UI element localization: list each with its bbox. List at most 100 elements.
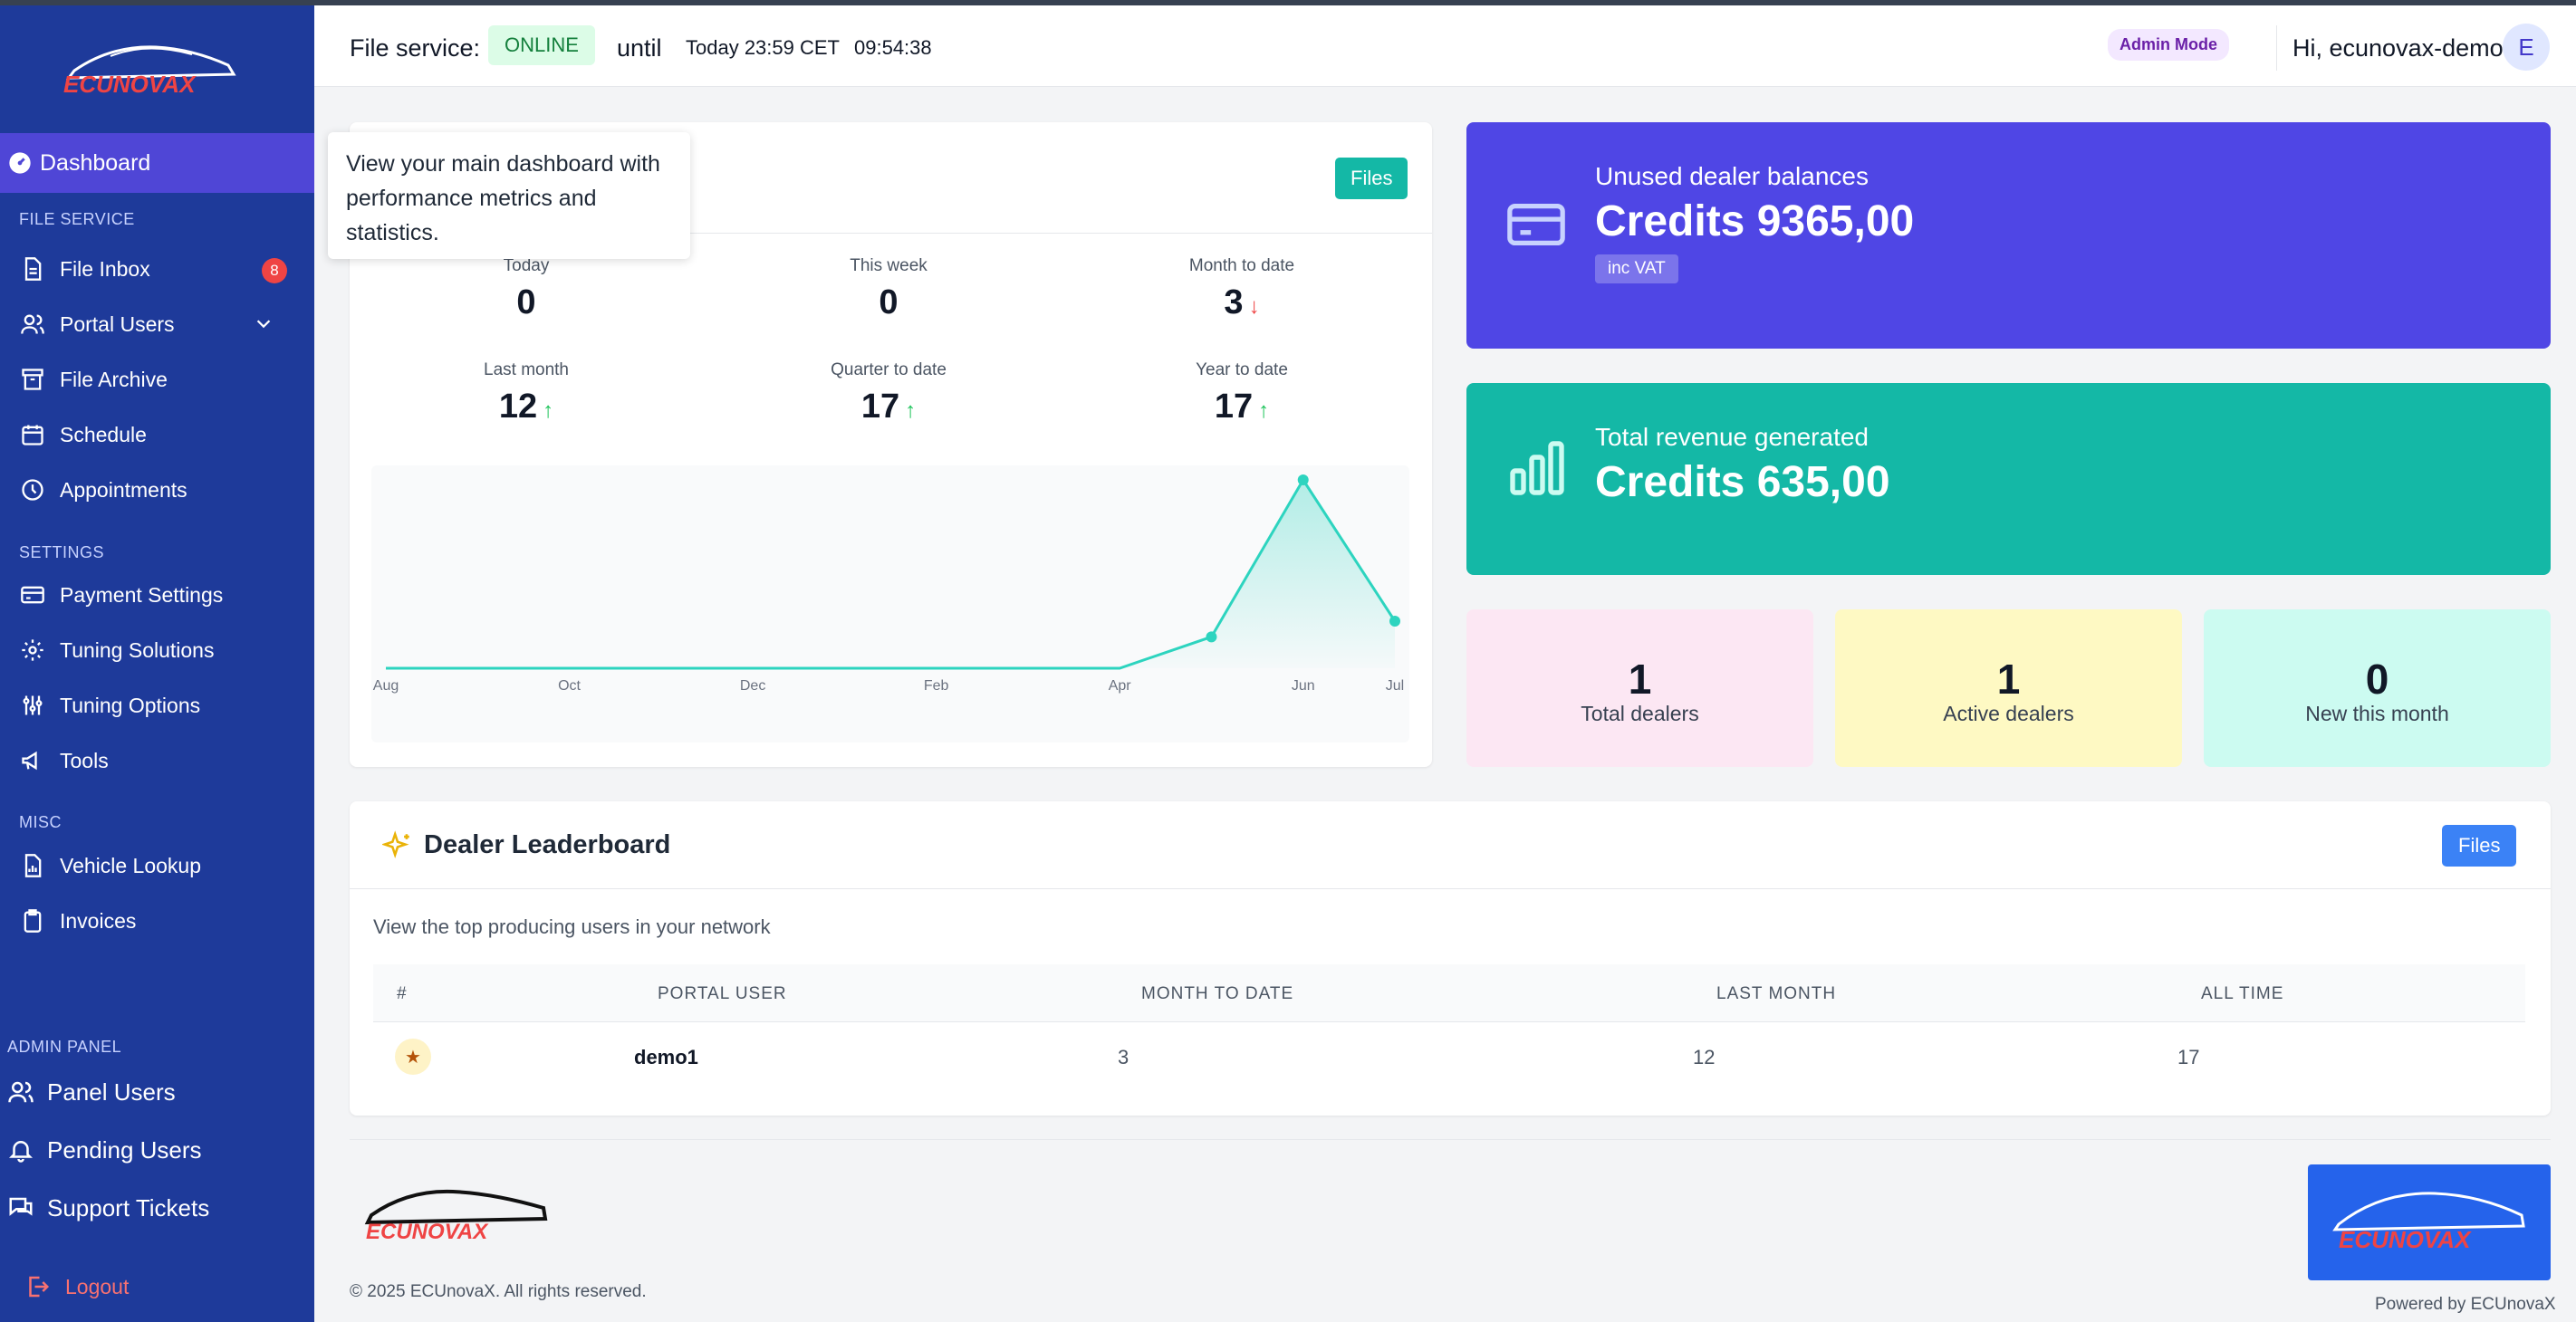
sidebar-item-support-tickets[interactable]: Support Tickets	[7, 1188, 209, 1228]
top-header: File service: ONLINE until Today 23:59 C…	[314, 5, 2576, 87]
section-settings: SETTINGS	[19, 543, 105, 561]
row-user[interactable]: demo1	[634, 1046, 698, 1069]
column-header[interactable]: LAST MONTH	[1716, 984, 1836, 1004]
sidebar-item-label: Portal Users	[60, 311, 175, 336]
avatar[interactable]: E	[2503, 24, 2550, 71]
sidebar: ECUNOVAX Dashboard FILE SERVICE File Inb…	[0, 5, 314, 1322]
stat-month-to-date: Month to date 3 ↓	[1065, 256, 1418, 322]
stat-value: 17	[860, 388, 900, 426]
logout-label: Logout	[65, 1274, 130, 1298]
sidebar-item-label: Vehicle Lookup	[60, 853, 202, 877]
stat-label: Today	[503, 256, 550, 275]
bar-chart-icon	[1510, 441, 1564, 495]
sidebar-item-file-archive[interactable]: File Archive	[20, 361, 301, 398]
clock-icon	[22, 479, 43, 501]
logout-icon	[29, 1276, 50, 1298]
document-chart-icon	[24, 854, 42, 877]
column-header[interactable]: ALL TIME	[2201, 984, 2283, 1004]
until-label: until	[617, 34, 662, 62]
x-tick-label: Jun	[1292, 678, 1315, 694]
sidebar-item-label: Dashboard	[40, 149, 151, 176]
files-chart: Aug Oct Dec Feb Apr Jun Jul	[371, 465, 1409, 742]
revenue-title: Total revenue generated	[1595, 423, 1869, 451]
sidebar-item-label: Schedule	[60, 422, 147, 446]
stat-value: 0	[879, 283, 899, 321]
logo-text: ECUNOVAX	[366, 1220, 489, 1244]
inbox-count-badge: 8	[262, 258, 287, 283]
logout-button[interactable]: Logout	[24, 1273, 129, 1300]
section-admin-panel: ADMIN PANEL	[7, 1038, 122, 1056]
sliders-icon	[23, 695, 43, 715]
file-service-label: File service:	[350, 34, 481, 62]
sidebar-item-tuning-options[interactable]: Tuning Options	[20, 687, 301, 723]
sidebar-item-label: Tuning Options	[60, 693, 201, 717]
chart-point[interactable]	[1389, 616, 1400, 627]
dealer-label: New this month	[2305, 702, 2449, 725]
sidebar-item-label: Support Tickets	[47, 1193, 210, 1221]
powered-by-logo[interactable]: ECUNOVAX	[2308, 1164, 2551, 1280]
column-header[interactable]: PORTAL USER	[658, 984, 787, 1004]
stat-quarter-to-date: Quarter to date 17 ↑	[712, 360, 1065, 426]
dealer-leaderboard: Dealer Leaderboard Files View the top pr…	[350, 801, 2551, 1116]
sidebar-item-label: Tools	[60, 748, 109, 772]
until-time: Today 23:59 CET	[686, 36, 840, 59]
stat-value: 3	[1224, 283, 1244, 321]
stat-label: Quarter to date	[831, 360, 947, 379]
trend-up-icon: ↑	[905, 398, 917, 423]
sidebar-item-payment-settings[interactable]: Payment Settings	[20, 577, 301, 613]
chart-point[interactable]	[1206, 631, 1217, 643]
sidebar-logo[interactable]: ECUNOVAX	[56, 33, 246, 105]
stat-label: This week	[850, 256, 928, 275]
stat-value: 0	[516, 283, 536, 321]
active-dealers-card: 1 Active dealers	[1835, 609, 2182, 767]
sidebar-item-label: File Inbox	[60, 256, 150, 281]
sidebar-item-pending-users[interactable]: Pending Users	[7, 1130, 202, 1170]
sidebar-item-panel-users[interactable]: Panel Users	[7, 1072, 176, 1112]
sidebar-item-label: File Archive	[60, 367, 168, 391]
sidebar-item-schedule[interactable]: Schedule	[20, 417, 301, 453]
sidebar-item-portal-users[interactable]: Portal Users	[20, 306, 301, 342]
gauge-icon	[9, 152, 31, 174]
sidebar-item-vehicle-lookup[interactable]: Vehicle Lookup	[20, 848, 301, 884]
dealer-count: 0	[2365, 656, 2389, 703]
stat-label: Last month	[484, 360, 569, 379]
rank-star-icon: ★	[395, 1039, 431, 1075]
new-dealers-card: 0 New this month	[2204, 609, 2551, 767]
vat-badge: inc VAT	[1595, 254, 1678, 283]
car-logo-icon: ECUNOVAX	[364, 1189, 548, 1244]
powered-by: Powered by ECUnovaX	[2375, 1295, 2556, 1314]
users-icon	[21, 314, 44, 334]
leaderboard-files-button[interactable]: Files	[2442, 825, 2517, 867]
sidebar-item-label: Invoices	[60, 908, 137, 933]
column-header[interactable]: MONTH TO DATE	[1141, 984, 1293, 1004]
admin-mode-badge[interactable]: Admin Mode	[2108, 29, 2229, 61]
stat-today: Today 0	[350, 256, 703, 322]
sidebar-item-invoices[interactable]: Invoices	[20, 903, 301, 939]
user-greeting[interactable]: Hi, ecunovax-demo	[2292, 34, 2504, 62]
file-icon	[24, 257, 42, 281]
trend-up-icon: ↑	[1258, 398, 1270, 423]
footer-logo: ECUNOVAX	[362, 1183, 553, 1246]
chart-point[interactable]	[1297, 474, 1309, 485]
stat-this-week: This week 0	[712, 256, 1065, 322]
chevron-down-icon[interactable]	[254, 313, 274, 333]
chart-area-fill	[386, 480, 1395, 668]
credit-card-icon	[21, 586, 44, 604]
stats-files-button[interactable]: Files	[1335, 158, 1408, 199]
sidebar-item-tuning-solutions[interactable]: Tuning Solutions	[20, 632, 301, 668]
sidebar-item-dashboard[interactable]: Dashboard	[0, 133, 314, 193]
files-area-chart: Aug Oct Dec Feb Apr Jun Jul	[373, 474, 1404, 694]
section-file-service: FILE SERVICE	[19, 210, 135, 228]
sidebar-item-file-inbox[interactable]: File Inbox 8	[20, 251, 301, 287]
sidebar-item-tools[interactable]: Tools	[20, 742, 301, 779]
sidebar-item-label: Tuning Solutions	[60, 637, 215, 662]
calendar-icon	[22, 425, 43, 445]
trend-up-icon: ↑	[543, 398, 554, 423]
sidebar-item-appointments[interactable]: Appointments	[20, 472, 301, 508]
total-dealers-card: 1 Total dealers	[1466, 609, 1813, 767]
stat-last-month: Last month 12 ↑	[350, 360, 703, 426]
balances-title: Unused dealer balances	[1595, 162, 1869, 190]
dealer-label: Active dealers	[1943, 702, 2074, 725]
row-mtd: 3	[1118, 1046, 1129, 1068]
sparkle-icon	[382, 830, 409, 858]
